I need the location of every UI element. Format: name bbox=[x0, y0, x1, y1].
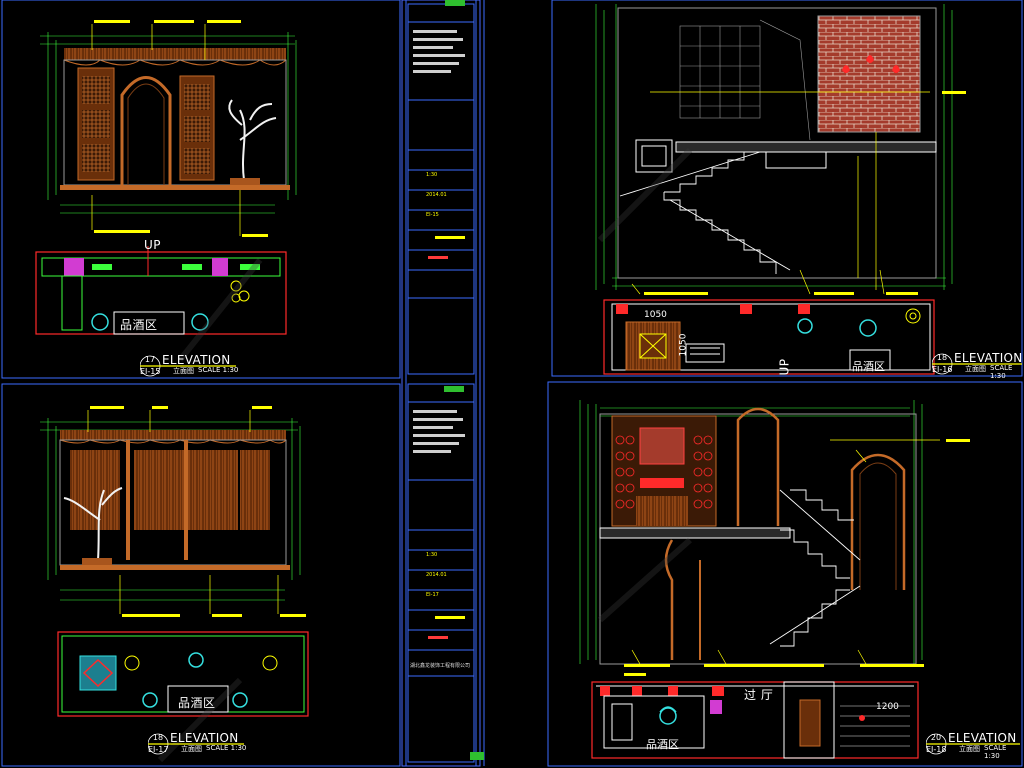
tb-top-row-2: 2014.01 bbox=[426, 192, 447, 198]
tb-top-row-1: 1:30 bbox=[426, 172, 438, 178]
br-dim-a: 1200 bbox=[876, 702, 899, 712]
tl-tag-title: ELEVATION bbox=[162, 353, 231, 367]
br-plan-label: 品酒区 bbox=[646, 738, 679, 751]
tr-tag-title: ELEVATION bbox=[954, 351, 1023, 365]
cad-drawing-canvas bbox=[1, 0, 1023, 767]
tl-plan-label: 品酒区 bbox=[120, 318, 158, 332]
bl-tag-number: 18 bbox=[152, 733, 164, 742]
bl-elevation-tag: 18 ELEVATION EI-17 立面图 SCALE 1:30 bbox=[148, 731, 248, 756]
bl-tag-cn: 立面图 bbox=[181, 745, 202, 753]
tr-dim-a: 1050 bbox=[644, 310, 667, 320]
tr-up-label: UP bbox=[777, 358, 792, 376]
panel-tr-elevation bbox=[595, 4, 966, 295]
br-tag-cn: 立面图 bbox=[959, 745, 980, 753]
tr-tag-code: EI-16 bbox=[932, 365, 953, 374]
panel-br-elevation bbox=[579, 400, 970, 676]
tr-dim-b: 1050 bbox=[678, 333, 689, 357]
br-hall-label: 过 厅 bbox=[744, 688, 774, 702]
panel-bl-elevation bbox=[40, 406, 306, 617]
panel-tl-elevation bbox=[40, 20, 297, 237]
tl-tag-cn: 立面图 bbox=[173, 367, 194, 375]
br-tag-number: 20 bbox=[930, 733, 942, 742]
tr-elevation-tag: 18 ELEVATION EI-16 立面图 SCALE 1:30 bbox=[932, 351, 1024, 380]
br-elevation-tag: 20 ELEVATION EI-18 立面图 SCALE 1:30 bbox=[926, 731, 1022, 760]
tr-tag-cn: 立面图 bbox=[965, 365, 986, 373]
tr-plan-label: 品酒区 bbox=[852, 360, 885, 373]
tr-tag-number: 18 bbox=[936, 353, 948, 362]
bl-tag-title: ELEVATION bbox=[170, 731, 239, 745]
bl-plan-label: 品酒区 bbox=[178, 696, 216, 710]
tl-elevation-tag: 17 ELEVATION EI-15 立面图 SCALE 1:30 bbox=[140, 353, 240, 378]
tl-up-label: UP bbox=[144, 238, 162, 252]
tl-tag-number: 17 bbox=[144, 355, 156, 364]
bl-tag-scale: SCALE 1:30 bbox=[206, 744, 247, 752]
bl-tag-code: EI-17 bbox=[148, 745, 169, 754]
tb-company: 湖北鑫龙装饰工程有限公司 bbox=[410, 663, 471, 669]
br-tag-scale: SCALE 1:30 bbox=[984, 744, 1007, 760]
tb-top-row-3: EI-15 bbox=[426, 212, 439, 218]
tl-tag-scale: SCALE 1:30 bbox=[198, 366, 239, 374]
tl-tag-code: EI-15 bbox=[140, 367, 161, 376]
tb-bottom-row-2: 2014.01 bbox=[426, 572, 447, 578]
tb-bottom-row-1: 1:30 bbox=[426, 552, 438, 558]
title-block bbox=[407, 0, 484, 763]
tr-tag-scale: SCALE 1:30 bbox=[990, 364, 1013, 380]
tb-bottom-row-3: EI-17 bbox=[426, 592, 439, 598]
panel-tl-plan bbox=[35, 246, 287, 335]
br-tag-title: ELEVATION bbox=[948, 731, 1017, 745]
br-tag-code: EI-18 bbox=[926, 745, 947, 754]
